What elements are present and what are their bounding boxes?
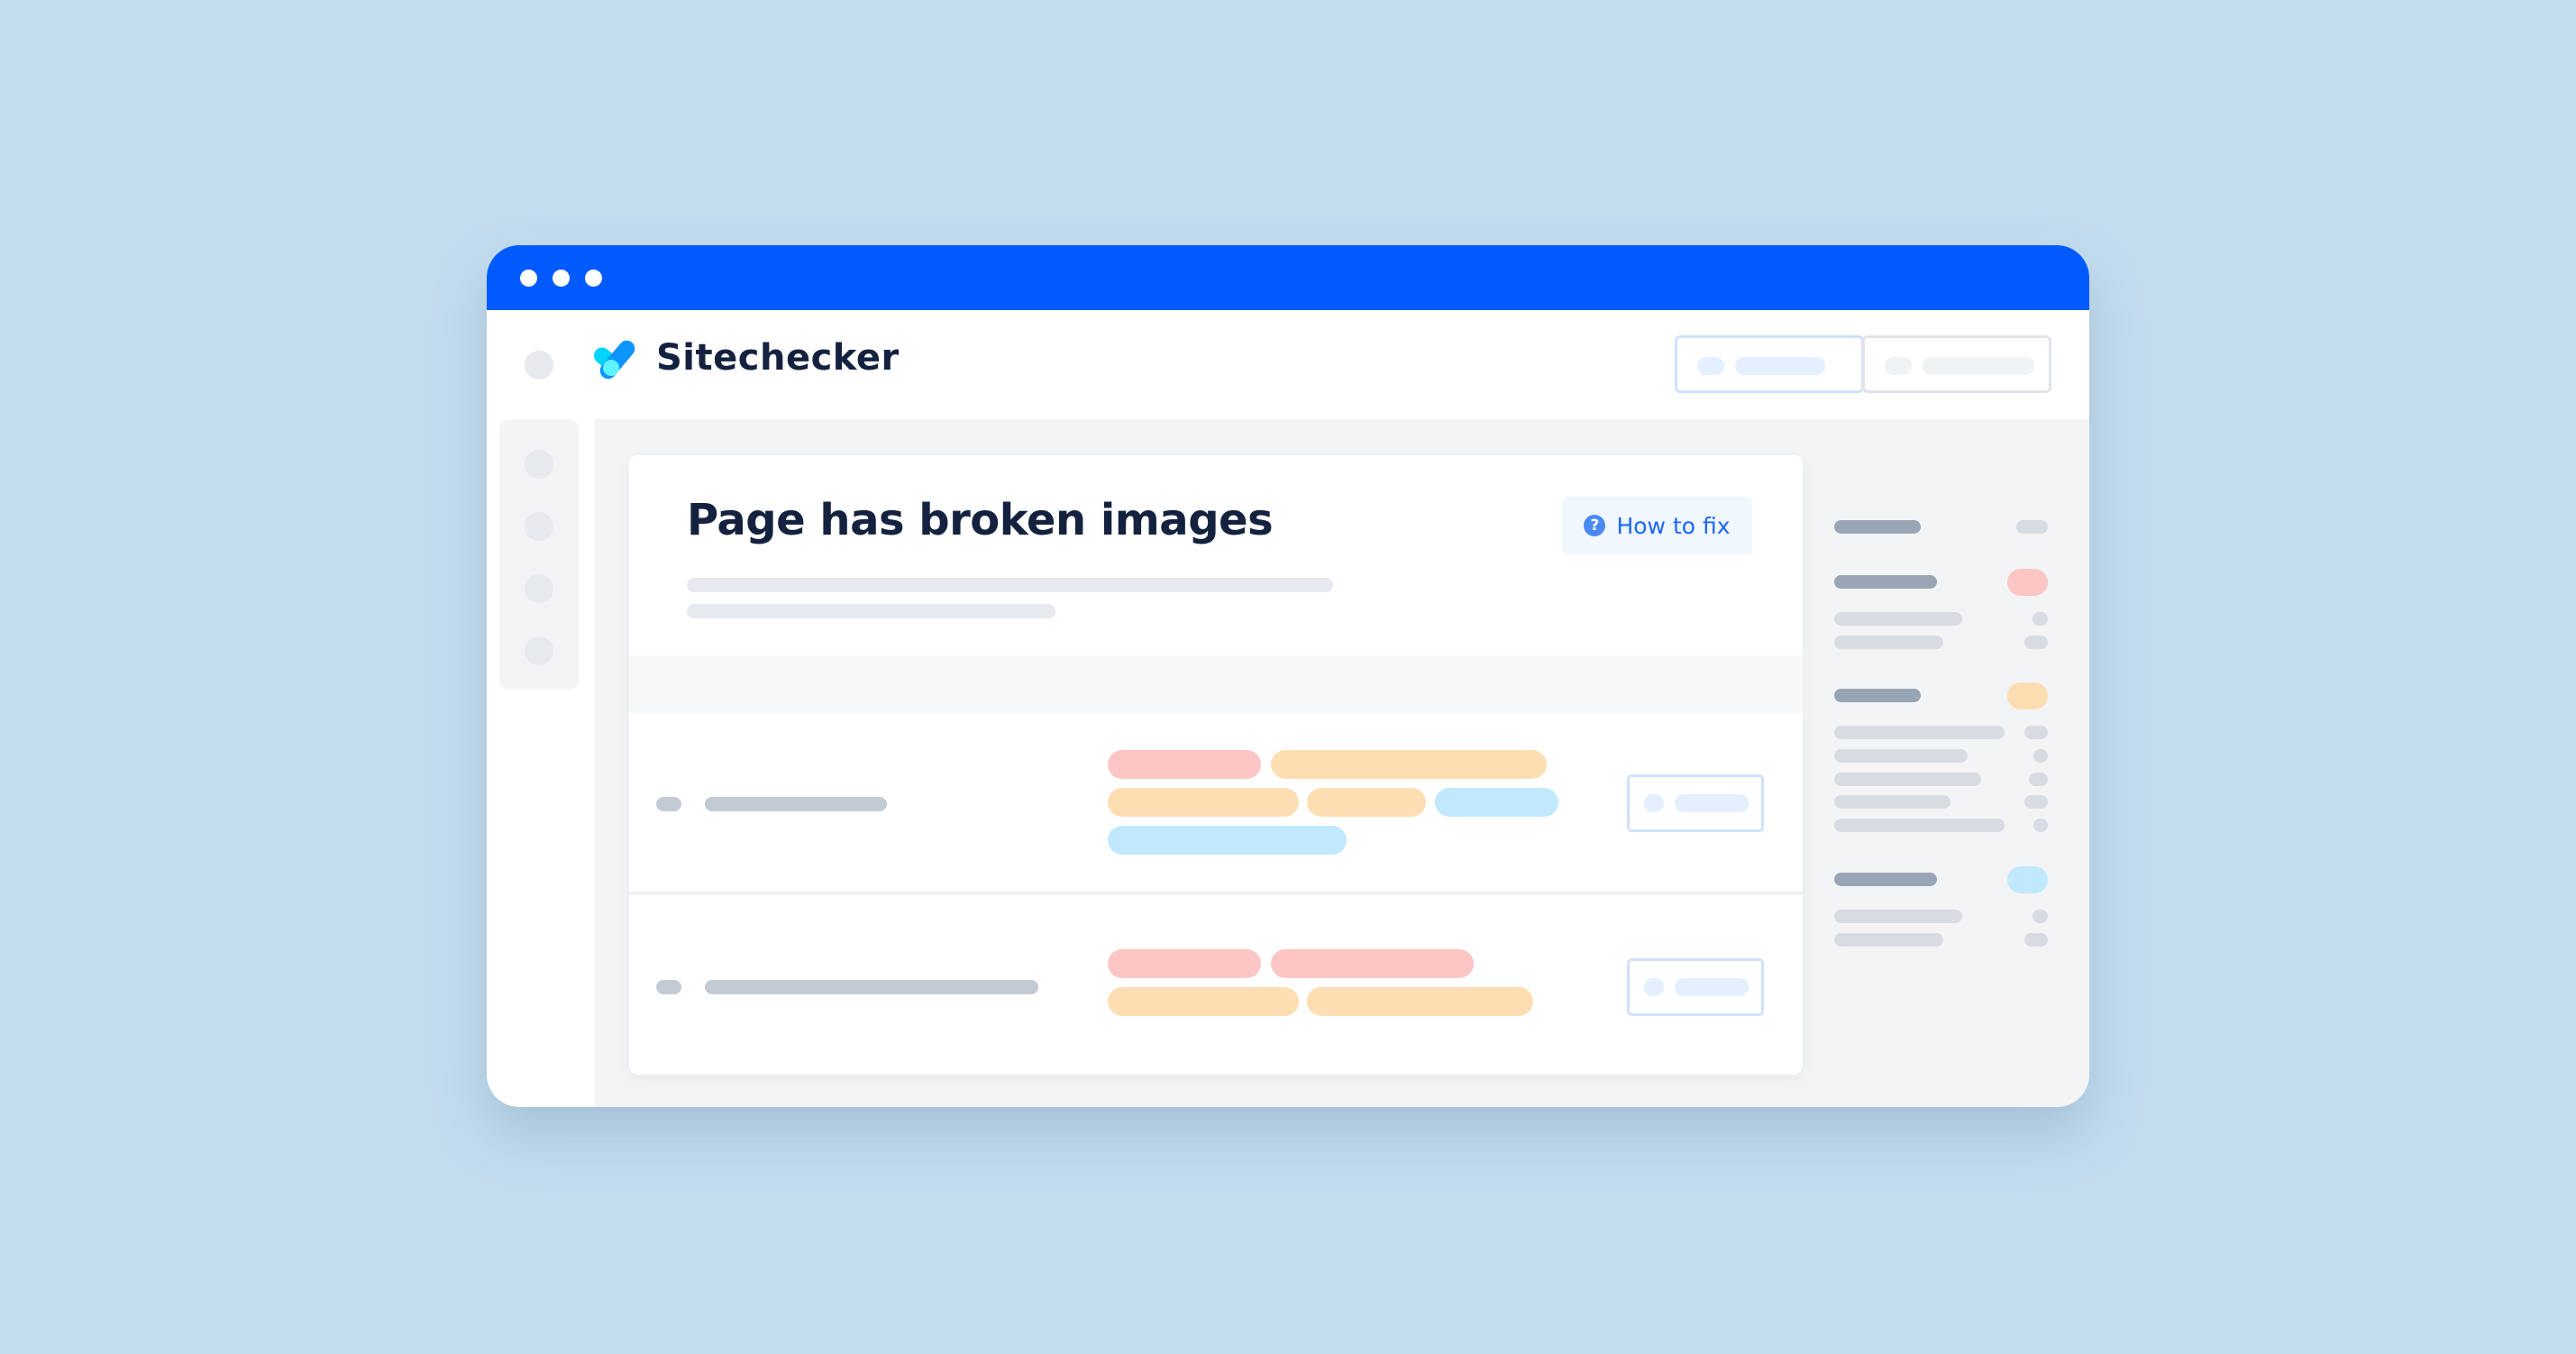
count-value (2024, 933, 2048, 947)
issue-tag (1271, 750, 1547, 779)
button-icon-placeholder (1644, 794, 1664, 812)
sidebar-item-icon[interactable] (525, 512, 553, 541)
button-icon-placeholder (1697, 357, 1724, 375)
button-label-placeholder (1675, 794, 1749, 812)
brand-name: Sitechecker (656, 337, 900, 379)
row-url-placeholder (705, 980, 1038, 994)
button-label-placeholder (1735, 357, 1825, 375)
count-value (2032, 910, 2048, 923)
button-label-placeholder (1923, 357, 2034, 375)
issue-tag (1108, 987, 1299, 1016)
count-badge (2016, 520, 2048, 534)
primary-header-button[interactable] (1675, 335, 1864, 393)
count-value (2033, 819, 2048, 832)
description-line (687, 578, 1333, 592)
main-content: Page has broken images ? How to fix (595, 419, 2089, 1107)
count-value (2033, 749, 2048, 763)
app-header: Sitechecker (487, 310, 2089, 417)
list-item (1834, 612, 1962, 626)
description-line (687, 604, 1055, 618)
question-circle-icon: ? (1584, 515, 1606, 536)
browser-window: Sitechecker Page has broken images ? How… (487, 245, 2089, 1107)
how-to-fix-label: How to fix (1616, 512, 1731, 539)
window-dot-icon[interactable] (553, 270, 570, 287)
list-item (1834, 773, 1981, 786)
issue-tag (1108, 750, 1261, 779)
count-value (2029, 773, 2048, 786)
row-action-button[interactable] (1627, 958, 1764, 1016)
severity-badge-orange (2007, 682, 2048, 709)
list-item (1834, 933, 1943, 947)
group-heading (1834, 873, 1937, 886)
count-value (2024, 636, 2048, 649)
sidebar-item-icon[interactable] (525, 636, 553, 665)
issue-tag (1271, 949, 1474, 978)
count-value (2024, 795, 2048, 809)
how-to-fix-button[interactable]: ? How to fix (1562, 497, 1752, 554)
list-item (1834, 795, 1950, 809)
group-heading (1834, 520, 1921, 534)
group-heading (1834, 575, 1937, 589)
list-item (1834, 726, 2005, 739)
table-row[interactable] (629, 895, 1803, 1075)
button-icon-placeholder (1885, 357, 1912, 375)
group-heading (1834, 689, 1921, 702)
row-marker (656, 980, 681, 994)
list-item (1834, 636, 1943, 649)
sidebar (499, 419, 579, 690)
checkmark-logo-icon (593, 340, 635, 380)
list-item (1834, 819, 2005, 832)
count-value (2032, 612, 2048, 626)
count-value (2024, 726, 2048, 739)
issue-tag (1108, 826, 1347, 855)
window-titlebar (487, 245, 2089, 310)
window-dot-icon[interactable] (585, 270, 602, 287)
row-action-button[interactable] (1627, 774, 1764, 832)
severity-badge-red (2007, 569, 2048, 596)
table-row[interactable] (629, 713, 1803, 892)
row-marker (656, 797, 681, 811)
button-icon-placeholder (1644, 978, 1664, 996)
table-header (629, 655, 1803, 713)
secondary-header-button[interactable] (1862, 335, 2051, 393)
issue-tag (1307, 987, 1533, 1016)
sidebar-item-icon[interactable] (525, 450, 553, 479)
issue-tag (1108, 949, 1261, 978)
severity-badge-blue (2007, 866, 2048, 893)
row-url-placeholder (705, 797, 887, 811)
sidebar-item-icon[interactable] (525, 574, 553, 603)
page-title: Page has broken images (687, 495, 1274, 545)
issue-card: Page has broken images ? How to fix (629, 455, 1803, 1075)
window-dot-icon[interactable] (520, 270, 537, 287)
issue-tag (1435, 788, 1558, 817)
button-label-placeholder (1675, 978, 1749, 996)
summary-panel (1803, 419, 2089, 1107)
menu-toggle-icon[interactable] (525, 351, 553, 380)
list-item (1834, 910, 1962, 923)
issue-tag (1307, 788, 1426, 817)
issue-tag (1108, 788, 1299, 817)
list-item (1834, 749, 1968, 763)
